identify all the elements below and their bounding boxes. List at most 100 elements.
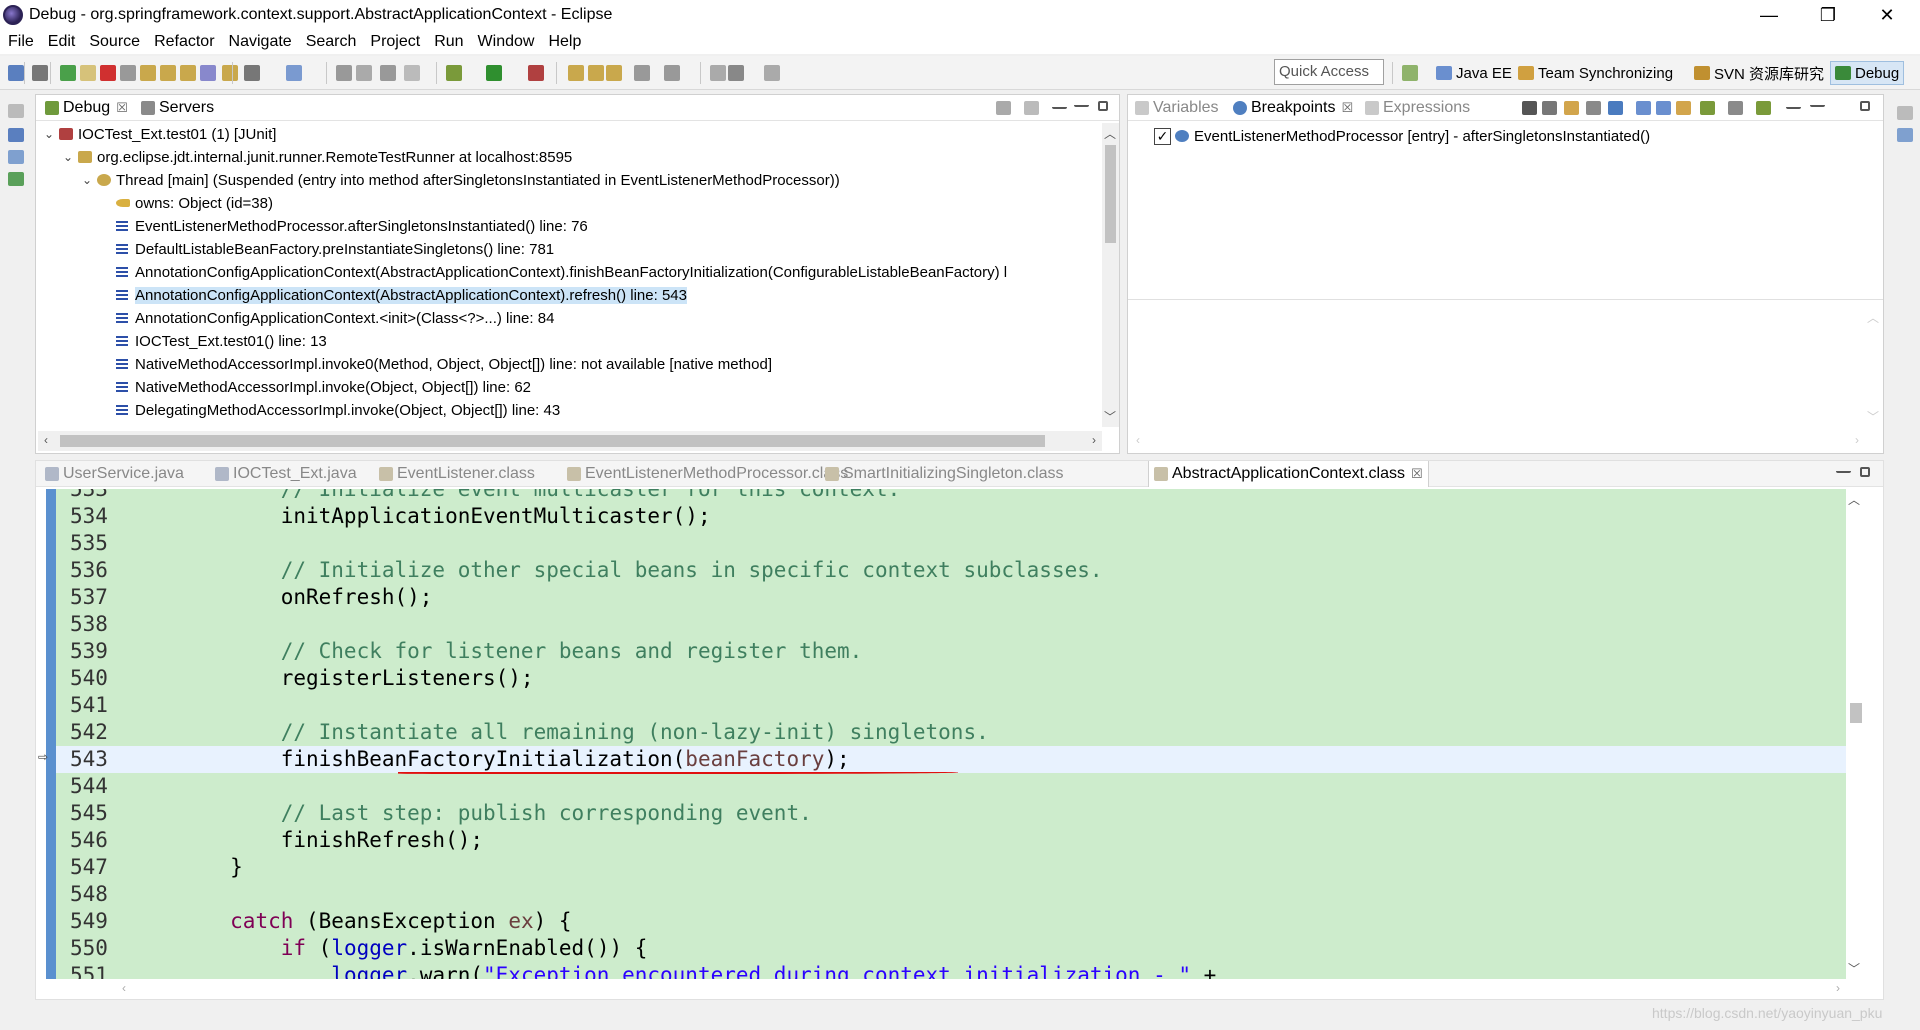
quick-access-input[interactable]: Quick Access bbox=[1274, 59, 1384, 85]
code-line[interactable]: 545 // Last step: publish corresponding … bbox=[56, 800, 1861, 827]
tab-servers[interactable]: Servers bbox=[136, 95, 219, 121]
code-line[interactable]: 538 bbox=[56, 611, 1861, 638]
current-code-line[interactable]: 543 finishBeanFactoryInitialization(bean… bbox=[56, 746, 1861, 774]
menu-help[interactable]: Help bbox=[542, 33, 589, 51]
stack-frame-row[interactable]: AnnotationConfigApplicationContext.<init… bbox=[99, 307, 554, 329]
show-supported-breakpoints-icon[interactable] bbox=[1564, 101, 1579, 115]
menu-navigate[interactable]: Navigate bbox=[223, 33, 300, 51]
skip-breakpoints-icon[interactable] bbox=[1608, 101, 1623, 115]
scroll-left-icon[interactable]: ‹ bbox=[38, 433, 54, 447]
scroll-down-icon[interactable]: ﹀ bbox=[1865, 408, 1881, 425]
minimize-view-icon[interactable] bbox=[1074, 101, 1089, 107]
terminate-icon[interactable] bbox=[100, 65, 116, 81]
detail-horizontal-scrollbar[interactable]: ‹ › bbox=[1130, 431, 1865, 451]
code-line[interactable]: 537 onRefresh(); bbox=[56, 584, 1861, 611]
breakpoint-item[interactable]: ✓ EventListenerMethodProcessor [entry] -… bbox=[1154, 125, 1650, 147]
remove-terminated-icon[interactable] bbox=[996, 101, 1011, 115]
editor-tab-smartinitializingsingleton-class[interactable]: SmartInitializingSingleton.class bbox=[820, 461, 1069, 487]
new-icon[interactable] bbox=[244, 65, 260, 81]
menu-file[interactable]: File bbox=[2, 33, 42, 51]
close-tab-icon[interactable]: ☒ bbox=[1342, 100, 1354, 116]
search-icon[interactable] bbox=[404, 65, 420, 81]
tab-debug[interactable]: Debug ☒ bbox=[40, 95, 133, 121]
scroll-right-icon[interactable]: › bbox=[1086, 433, 1102, 447]
restore-button[interactable]: ❐ bbox=[1799, 0, 1857, 30]
remove-all-breakpoints-icon[interactable] bbox=[1542, 101, 1557, 115]
editor-tab-eventlistenermethodprocessor-class[interactable]: EventListenerMethodProcessor.class bbox=[562, 461, 853, 487]
editor-horizontal-scrollbar[interactable]: ‹ › bbox=[116, 979, 1846, 999]
drop-to-frame-icon[interactable] bbox=[200, 65, 216, 81]
menu-refactor[interactable]: Refactor bbox=[148, 33, 222, 51]
code-line[interactable]: 546 finishRefresh(); bbox=[56, 827, 1861, 854]
code-line[interactable]: 540 registerListeners(); bbox=[56, 665, 1861, 692]
collapse-all-icon[interactable] bbox=[1656, 101, 1671, 115]
next-annotation-icon[interactable] bbox=[634, 65, 650, 81]
view-menu-icon[interactable] bbox=[1024, 101, 1039, 115]
tree-item[interactable]: ⌄ IOCTest_Ext.test01 (1) [JUnit] bbox=[42, 123, 276, 145]
stack-frame-row[interactable]: DefaultListableBeanFactory.preInstantiat… bbox=[99, 238, 554, 260]
show-breakpoints-icon[interactable] bbox=[1728, 101, 1743, 115]
open-type-icon[interactable] bbox=[286, 65, 302, 81]
menu-window[interactable]: Window bbox=[472, 33, 543, 51]
save-all-icon[interactable] bbox=[356, 65, 372, 81]
code-line[interactable]: 544 bbox=[56, 773, 1861, 800]
chevron-down-icon[interactable] bbox=[1786, 101, 1801, 109]
disconnect-icon[interactable] bbox=[120, 65, 136, 81]
close-tab-icon[interactable]: ☒ bbox=[116, 100, 128, 116]
scroll-up-icon[interactable]: ︿ bbox=[1865, 309, 1881, 326]
code-line[interactable]: 541 bbox=[56, 692, 1861, 719]
perspective-svn-button[interactable]: SVN 资源库研究 bbox=[1690, 61, 1828, 85]
build-icon[interactable] bbox=[380, 65, 396, 81]
stack-frame-row[interactable]: AnnotationConfigApplicationContext(Abstr… bbox=[99, 284, 687, 306]
go-to-file-icon[interactable] bbox=[1586, 101, 1601, 115]
scroll-up-icon[interactable]: ︿ bbox=[1102, 125, 1118, 142]
maximize-editor-icon[interactable] bbox=[1860, 467, 1870, 477]
minimize-editor-icon[interactable] bbox=[1836, 467, 1851, 473]
editor-tab-ioctest-ext-java[interactable]: IOCTest_Ext.java bbox=[210, 461, 362, 487]
link-with-debug-icon[interactable] bbox=[1676, 101, 1691, 115]
scroll-up-icon[interactable]: ︿ bbox=[1846, 491, 1862, 508]
stack-frame-row[interactable]: DelegatingMethodAccessorImpl.invoke(Obje… bbox=[99, 399, 560, 421]
scroll-thumb[interactable] bbox=[60, 435, 1045, 447]
editor-tab-userservice-java[interactable]: UserService.java bbox=[40, 461, 189, 487]
debug-horizontal-scrollbar[interactable]: ‹ › bbox=[38, 431, 1102, 451]
menu-edit[interactable]: Edit bbox=[42, 33, 84, 51]
scroll-thumb[interactable] bbox=[1105, 145, 1116, 243]
code-line[interactable]: 539 // Check for listener beans and regi… bbox=[56, 638, 1861, 665]
tab-variables[interactable]: Variables bbox=[1130, 95, 1224, 121]
console-view-icon[interactable] bbox=[8, 128, 24, 142]
code-line[interactable]: 551 logger.warn("Exception encountered d… bbox=[56, 962, 1861, 979]
perspective-team-button[interactable]: Team Synchronizing bbox=[1514, 61, 1677, 85]
restore-view-icon[interactable] bbox=[1897, 106, 1913, 120]
resume-icon[interactable] bbox=[60, 65, 76, 81]
stack-frame-row[interactable]: IOCTest_Ext.test01() line: 13 bbox=[99, 330, 327, 352]
editor-tab-abstractapplicationcontext-class[interactable]: AbstractApplicationContext.class ☒ bbox=[1148, 461, 1429, 487]
scroll-down-icon[interactable]: ﹀ bbox=[1846, 960, 1862, 977]
breakpoint-checkbox[interactable]: ✓ bbox=[1154, 127, 1171, 145]
code-line[interactable]: 536 // Initialize other special beans in… bbox=[56, 557, 1861, 584]
menu-source[interactable]: Source bbox=[83, 33, 148, 51]
tree-item[interactable]: ⌄ org.eclipse.jdt.internal.junit.runner.R… bbox=[61, 146, 572, 168]
code-line[interactable]: 535 bbox=[56, 530, 1861, 557]
maximize-view-icon[interactable] bbox=[1860, 101, 1870, 111]
chevron-down-icon[interactable]: ⌄ bbox=[61, 150, 75, 164]
open-folder-icon[interactable] bbox=[588, 65, 604, 81]
stack-frame-row[interactable]: EventListenerMethodProcessor.afterSingle… bbox=[99, 215, 588, 237]
save-icon[interactable] bbox=[8, 65, 24, 81]
menu-project[interactable]: Project bbox=[364, 33, 428, 51]
code-line[interactable]: 549 catch (BeansException ex) { bbox=[56, 908, 1861, 935]
maximize-view-icon[interactable] bbox=[1098, 101, 1108, 111]
code-line[interactable]: 534 initApplicationEventMulticaster(); bbox=[56, 503, 1861, 530]
detail-vertical-scrollbar[interactable]: ︿ ﹀ bbox=[1865, 307, 1882, 427]
chevron-down-icon[interactable]: ⌄ bbox=[80, 173, 94, 187]
add-exception-breakpoint-icon[interactable] bbox=[1700, 101, 1715, 115]
scroll-down-icon[interactable]: ﹀ bbox=[1102, 408, 1118, 425]
skip-breakpoints-icon[interactable] bbox=[32, 65, 48, 81]
tasks-view-icon[interactable] bbox=[8, 150, 24, 164]
new-project-icon[interactable] bbox=[568, 65, 584, 81]
step-into-icon[interactable] bbox=[140, 65, 156, 81]
back-icon[interactable] bbox=[728, 65, 744, 81]
import-breakpoints-icon[interactable] bbox=[1756, 101, 1771, 115]
perspective-java-button[interactable]: Java EE bbox=[1432, 61, 1516, 85]
tab-breakpoints[interactable]: Breakpoints ☒ bbox=[1228, 95, 1358, 121]
